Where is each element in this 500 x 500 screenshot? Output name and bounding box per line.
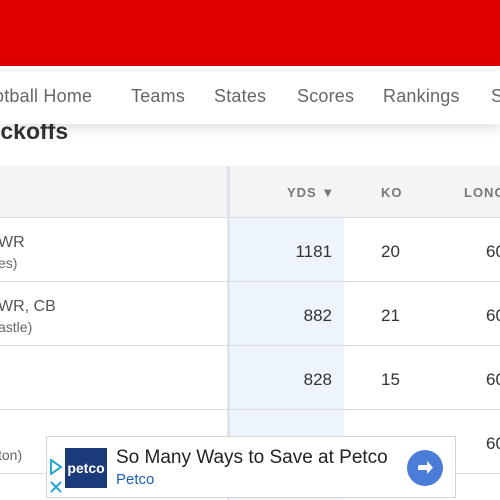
table-row[interactable]: 828 15 60 [0,346,500,410]
nav-item-rankings[interactable]: Rankings [383,86,460,107]
ad-brand[interactable]: Petco [116,471,154,488]
advertisement-banner[interactable]: petco So Many Ways to Save at Petco Petc… [46,436,456,498]
ad-headline[interactable]: So Many Ways to Save at Petco [116,447,388,469]
player-name[interactable]: WR, CB [0,298,56,316]
petco-logo-text: petco [67,460,105,476]
adchoices-play-icon[interactable] [49,459,63,475]
table-row[interactable]: WR es) 1181 20 60 [0,218,500,282]
nav-item-teams[interactable]: Teams [131,86,185,107]
cell-yds: 882 [303,306,332,325]
close-icon[interactable] [50,481,62,493]
nav-item-states[interactable]: States [214,86,266,107]
player-name[interactable]: WR [0,234,25,252]
ad-cta-button[interactable] [407,450,443,486]
cell-long: 60 [486,434,500,453]
arrow-right-icon [418,461,433,474]
cell-ko: 20 [381,242,400,261]
top-banner [0,0,500,66]
cell-ko: 15 [381,370,400,389]
column-header-long[interactable]: LONG [464,185,500,200]
column-header-ko[interactable]: KO [381,185,403,200]
petco-logo[interactable]: petco [65,448,107,488]
nav-item-football-home[interactable]: otball Home [0,86,92,107]
player-school: es) [0,255,18,271]
nav-item-more[interactable]: S [491,86,500,107]
cell-yds: 1181 [295,242,332,261]
column-header-yds[interactable]: YDS ▼ [287,185,335,200]
cell-long: 60 [486,370,500,389]
player-school: astle) [0,319,33,335]
table-header: YDS ▼ KO LONG [0,166,500,218]
cell-ko: 21 [381,306,400,325]
cell-long: 60 [486,306,500,325]
cell-long: 60 [486,242,500,261]
main-nav: otball Home Teams States Scores Rankings… [0,66,500,124]
cell-yds: 828 [303,370,332,389]
player-school: ton) [0,447,23,463]
table-row[interactable]: WR, CB astle) 882 21 60 [0,282,500,346]
nav-item-scores[interactable]: Scores [297,86,354,107]
